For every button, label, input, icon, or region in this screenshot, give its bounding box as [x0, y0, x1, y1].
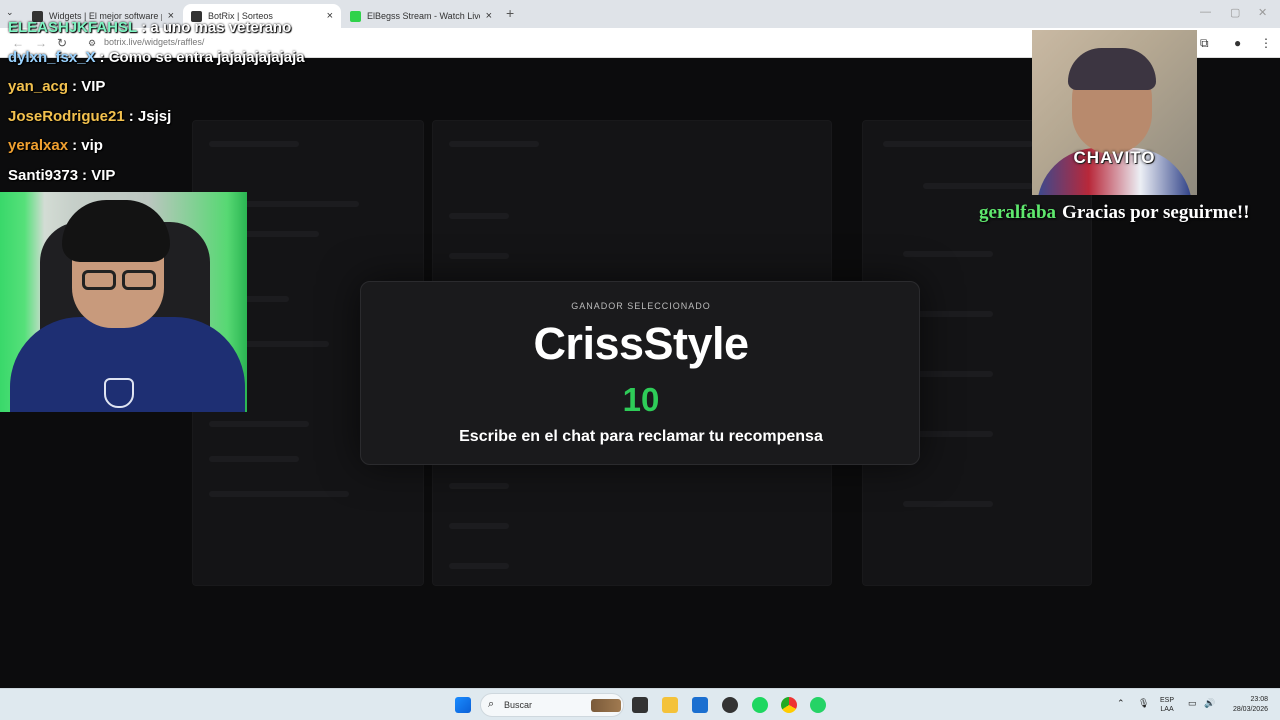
close-tab-icon[interactable]: × — [486, 10, 492, 22]
language-indicator[interactable]: ESP LAA — [1160, 696, 1174, 714]
chat-message: Santi9373: VIP — [8, 167, 116, 184]
new-tab-button[interactable]: + — [506, 5, 514, 21]
close-tab-icon[interactable]: × — [327, 10, 333, 22]
file-explorer-icon[interactable] — [662, 697, 678, 713]
screen: ⌄ Widgets | El mejor software para × Bot… — [0, 0, 1280, 720]
chrome-icon[interactable] — [781, 697, 797, 713]
chat-message: dylxn_fsx_X: Como se entra jajajajajajaj… — [8, 49, 305, 66]
tab-search-icon[interactable]: ⌄ — [6, 7, 14, 18]
task-view-icon[interactable] — [632, 697, 648, 713]
taskbar-search[interactable]: ⌕ Buscar — [480, 693, 624, 717]
extensions-icon[interactable]: ⧉ — [1200, 36, 1209, 51]
search-highlight-image — [591, 699, 621, 712]
back-arrow-icon[interactable]: ← — [12, 36, 24, 50]
maximize-button[interactable]: ▢ — [1230, 6, 1240, 19]
reload-icon[interactable]: ↻ — [57, 36, 67, 50]
chat-message: yeralxax: vip — [8, 137, 103, 154]
winner-number: 10 — [622, 381, 660, 418]
menu-kebab-icon[interactable]: ⋮ — [1260, 36, 1272, 50]
tab-kick-stream[interactable]: ElBegss Stream - Watch Live on × — [342, 4, 500, 28]
obs-icon[interactable] — [722, 697, 738, 713]
chat-message: ELEASHJKFAHSL: a uno mas veterano — [8, 19, 292, 36]
winner-name: CrissStyle — [533, 318, 749, 369]
store-icon[interactable] — [692, 697, 708, 713]
chat-message: yan_acg: VIP — [8, 78, 106, 95]
search-icon: ⌕ — [488, 698, 495, 710]
microphone-icon[interactable]: 🎙 — [1138, 698, 1149, 709]
site-info-icon[interactable]: ⚙ — [88, 38, 96, 49]
url-field[interactable]: botrix.live/widgets/raffles/ — [104, 37, 204, 47]
spotify-icon[interactable] — [752, 697, 768, 713]
minimize-button[interactable]: — — [1200, 6, 1211, 18]
volume-icon[interactable]: 🔊 — [1204, 698, 1215, 709]
webcam-feed — [0, 192, 247, 412]
chat-message: JoseRodrigue21: Jsjsj — [8, 108, 172, 125]
system-clock[interactable]: 23:08 28/03/2026 — [1224, 695, 1268, 715]
winner-instructions: Escribe en el chat para reclamar tu reco… — [459, 428, 823, 445]
forward-arrow-icon[interactable]: → — [35, 36, 47, 50]
winner-modal: GANADOR SELECCIONADO CrissStyle 10 Escri… — [360, 281, 920, 465]
follow-alert-image: CHAVITO — [1032, 30, 1197, 195]
follow-alert-text: geralfaba Gracias por seguirme!! — [979, 202, 1250, 223]
whatsapp-icon[interactable] — [810, 697, 826, 713]
tray-overflow-icon[interactable]: ⌃ — [1117, 698, 1125, 709]
taskbar: ⌕ Buscar ⌃ 🎙 ESP LAA ▭ 🔊 23:08 28/03/202… — [0, 688, 1280, 720]
windows-start-icon[interactable] — [455, 697, 471, 713]
network-icon[interactable]: ▭ — [1188, 698, 1197, 709]
profile-avatar-icon[interactable]: ● — [1234, 36, 1241, 50]
close-window-button[interactable]: ✕ — [1258, 6, 1267, 19]
kick-favicon-icon — [350, 10, 361, 22]
winner-label: GANADOR SELECCIONADO — [571, 301, 711, 311]
